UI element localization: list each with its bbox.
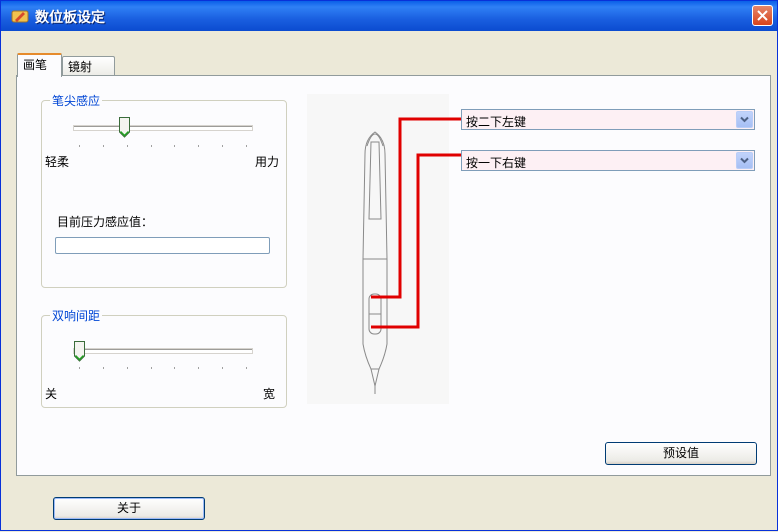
lower-dropdown-button[interactable] <box>736 152 753 169</box>
about-button[interactable]: 关于 <box>53 497 205 520</box>
lower-button-callout <box>371 153 461 329</box>
upper-button-dropdown[interactable]: 按二下左键 <box>461 109 755 130</box>
upper-button-value: 按二下左键 <box>466 115 527 129</box>
chevron-down-icon <box>740 157 749 164</box>
tablet-settings-window: 数位板设定 画笔 镜射 笔尖感应 轻柔 用力 目前压力感应值： 双响间距 关 宽… <box>0 0 778 531</box>
lower-button-dropdown[interactable]: 按一下右键 <box>461 150 755 171</box>
tab-pen-label: 画笔 <box>23 58 48 72</box>
default-button[interactable]: 预设值 <box>605 442 757 465</box>
upper-dropdown-button[interactable] <box>736 111 753 128</box>
tab-pen[interactable]: 画笔 <box>17 53 62 77</box>
lower-button-value: 按一下右键 <box>466 156 527 170</box>
upper-button-callout <box>371 117 461 299</box>
chevron-down-icon <box>740 116 749 123</box>
